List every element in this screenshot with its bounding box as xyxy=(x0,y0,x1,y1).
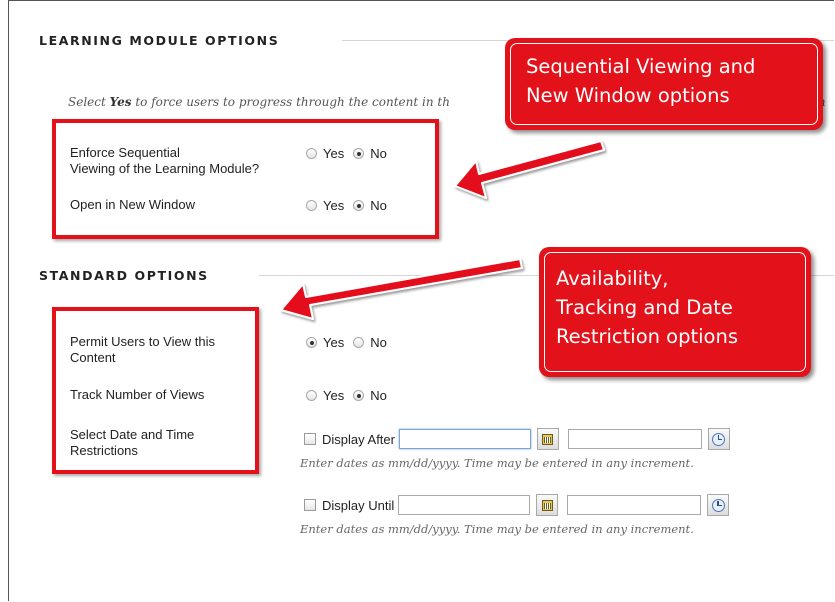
arrow-to-learning-options xyxy=(454,140,605,199)
callout-arrows xyxy=(280,140,605,320)
arrow-to-standard-options xyxy=(280,258,523,320)
